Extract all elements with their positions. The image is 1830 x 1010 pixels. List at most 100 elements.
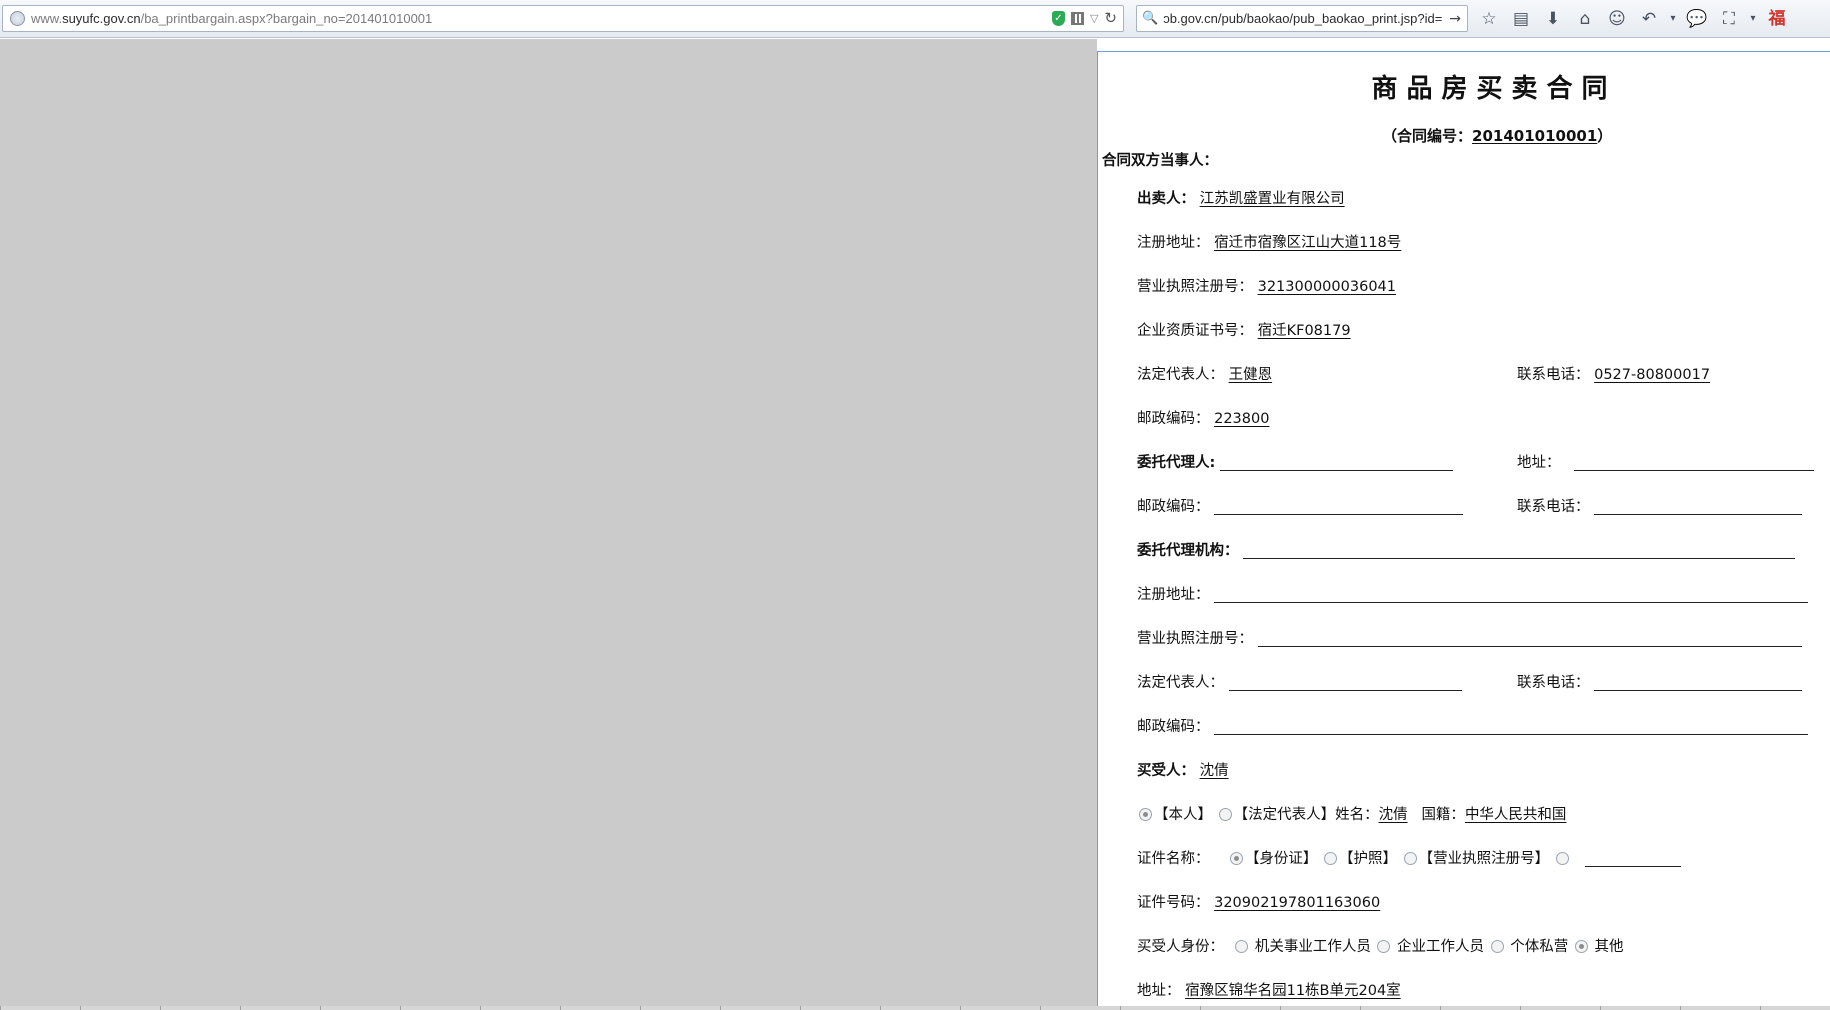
reload-icon[interactable]: ↻ [1104, 11, 1117, 26]
id-card-radio[interactable] [1229, 852, 1243, 865]
search-go-icon[interactable]: → [1449, 11, 1461, 27]
passport-label: 【护照】 [1339, 851, 1398, 867]
agent-addr-row: 地址： [1517, 451, 1815, 472]
business-license-radio[interactable] [1403, 852, 1417, 865]
agency-postcode-blank [1214, 734, 1809, 735]
agent-addr-blank [1574, 470, 1815, 471]
history-dropdown-icon[interactable]: ▽ [1090, 12, 1098, 25]
buyer-row: 买受人： 沈倩 [1137, 759, 1229, 780]
qr-code-icon[interactable] [1070, 12, 1084, 25]
agency-reg-addr-blank [1214, 602, 1809, 603]
buyer-id-no-label: 证件号码： [1137, 895, 1210, 911]
search-bar[interactable]: 🔍 ɔb.gov.cn/pub/baokao/pub_baokao_print.… [1136, 5, 1468, 32]
address-bar-url[interactable]: www.suyufc.gov.cn/ba_printbargain.aspx?b… [31, 11, 1052, 26]
seller-postcode: 223800 [1214, 411, 1270, 427]
parties-heading-text: 合同双方当事人： [1102, 153, 1218, 169]
screenshot-crop-icon[interactable]: ⛶ [1713, 6, 1745, 32]
contract-number: 201401010001 [1472, 127, 1598, 145]
agency-row: 委托代理机构： [1137, 539, 1796, 560]
agency-legal-rep-label: 法定代表人： [1137, 675, 1224, 691]
seller-row: 出卖人： 江苏凯盛置业有限公司 [1137, 187, 1345, 208]
identity-other-radio[interactable] [1574, 940, 1588, 953]
buyer-id-type-label: 证件名称： [1137, 851, 1210, 867]
seller-license: 321300000036041 [1257, 279, 1396, 295]
seller-legal-rep-label: 法定代表人： [1137, 367, 1224, 383]
smiley-icon[interactable]: ☺ [1601, 6, 1633, 32]
contract-number-suffix: ） [1597, 127, 1613, 145]
buyer-label: 买受人： [1137, 763, 1195, 779]
identity-enterprise-radio[interactable] [1377, 940, 1391, 953]
reading-list-icon[interactable]: ▤ [1505, 6, 1537, 32]
seller-reg-addr-row: 注册地址： 宿迁市宿豫区江山大道118号 [1137, 231, 1401, 252]
agent-postcode-row: 邮政编码： [1137, 495, 1464, 516]
buyer-type-row: 【本人】 【法定代表人】 姓名： 沈倩 国籍： 中华人民共和国 [1137, 803, 1566, 824]
agency-reg-addr-label: 注册地址： [1137, 587, 1210, 603]
agency-phone-label: 联系电话： [1517, 675, 1590, 691]
buyer-name-label: 姓名： [1335, 807, 1379, 823]
agent-phone-label: 联系电话： [1517, 499, 1590, 515]
agency-license-label: 营业执照注册号： [1137, 631, 1253, 647]
id-card-label: 【身份证】 [1244, 851, 1318, 867]
buyer-nationality: 中华人民共和国 [1464, 807, 1567, 823]
agent-blank [1219, 470, 1453, 471]
buyer-identity-label: 买受人身份： [1137, 939, 1224, 955]
chat-icon[interactable]: 💬 [1681, 6, 1713, 32]
agency-phone-row: 联系电话： [1517, 671, 1803, 692]
bookmark-star-icon[interactable]: ☆ [1473, 6, 1505, 32]
search-input[interactable]: ɔb.gov.cn/pub/baokao/pub_baokao_print.js… [1163, 11, 1443, 26]
agency-legal-rep-blank [1228, 690, 1462, 691]
agent-phone-row: 联系电话： [1517, 495, 1803, 516]
business-license-label: 【营业执照注册号】 [1418, 851, 1550, 867]
buyer-addr-label: 地址： [1137, 983, 1181, 999]
identity-private-label: 个体私营 [1510, 939, 1569, 955]
seller-license-label: 营业执照注册号： [1137, 279, 1253, 295]
buyer-self-radio[interactable] [1139, 808, 1152, 821]
identity-private-radio[interactable] [1490, 940, 1504, 953]
buyer-name: 沈倩 [1199, 763, 1229, 779]
empty-gray-pane [0, 39, 1097, 1010]
agent-label: 委托代理人: [1137, 455, 1216, 471]
seller-phone-label: 联系电话： [1517, 367, 1590, 383]
buyer-name2: 沈倩 [1378, 807, 1408, 823]
undo-dropdown-icon[interactable]: ▾ [1665, 6, 1681, 32]
crop-dropdown-icon[interactable]: ▾ [1745, 6, 1761, 32]
seller-legal-rep: 王健恩 [1228, 367, 1273, 383]
site-globe-icon [10, 11, 25, 26]
seller-legal-rep-row: 法定代表人： 王健恩 [1137, 363, 1272, 384]
identity-other-label: 其他 [1594, 939, 1624, 955]
other-id-blank [1584, 866, 1681, 867]
bottom-scrollbar[interactable] [0, 1006, 1830, 1010]
agency-license-blank [1257, 646, 1802, 647]
fu-logo-icon[interactable]: 福 [1761, 6, 1793, 32]
buyer-identity-row: 买受人身份： 机关事业工作人员 企业工作人员 个体私营 其他 [1137, 935, 1623, 956]
buyer-id-type-row: 证件名称： 【身份证】 【护照】 【营业执照注册号】 [1137, 847, 1681, 868]
agent-row: 委托代理人: [1137, 451, 1453, 472]
contract-number-line: （合同编号：201401010001） [1382, 125, 1612, 146]
toolbar-buttons: ☆ ▤ ⬇ ⌂ ☺ ↶ ▾ 💬 ⛶ ▾ 福 [1473, 6, 1793, 32]
contract-number-prefix: （合同编号： [1382, 127, 1473, 145]
agency-blank [1243, 558, 1796, 559]
agency-postcode-row: 邮政编码： [1137, 715, 1809, 736]
agency-label: 委托代理机构： [1137, 543, 1239, 559]
security-shield-icon[interactable]: ✓ [1051, 11, 1065, 26]
seller-postcode-label: 邮政编码： [1137, 411, 1210, 427]
agent-phone-blank [1594, 514, 1803, 515]
passport-radio[interactable] [1324, 852, 1338, 865]
agent-addr-label: 地址： [1517, 455, 1561, 471]
buyer-legal-rep-radio[interactable] [1218, 808, 1232, 821]
seller-name: 江苏凯盛置业有限公司 [1199, 191, 1345, 207]
seller-reg-addr: 宿迁市宿豫区江山大道118号 [1214, 235, 1402, 251]
identity-gov-radio[interactable] [1235, 940, 1249, 953]
seller-postcode-row: 邮政编码： 223800 [1137, 407, 1269, 428]
agent-postcode-blank [1214, 514, 1464, 515]
seller-qual: 宿迁KF08179 [1257, 323, 1351, 339]
seller-phone-row: 联系电话： 0527-80800017 [1517, 363, 1710, 384]
home-icon[interactable]: ⌂ [1569, 6, 1601, 32]
buyer-id-no-row: 证件号码： 320902197801163060 [1137, 891, 1380, 912]
contract-document: 商品房买卖合同 （合同编号：201401010001） 合同双方当事人： 出卖人… [1097, 51, 1830, 1010]
undo-icon[interactable]: ↶ [1633, 6, 1665, 32]
address-bar[interactable]: www.suyufc.gov.cn/ba_printbargain.aspx?b… [2, 5, 1124, 32]
download-icon[interactable]: ⬇ [1537, 6, 1569, 32]
other-id-radio[interactable] [1555, 852, 1569, 865]
parties-heading: 合同双方当事人： [1102, 149, 1218, 170]
